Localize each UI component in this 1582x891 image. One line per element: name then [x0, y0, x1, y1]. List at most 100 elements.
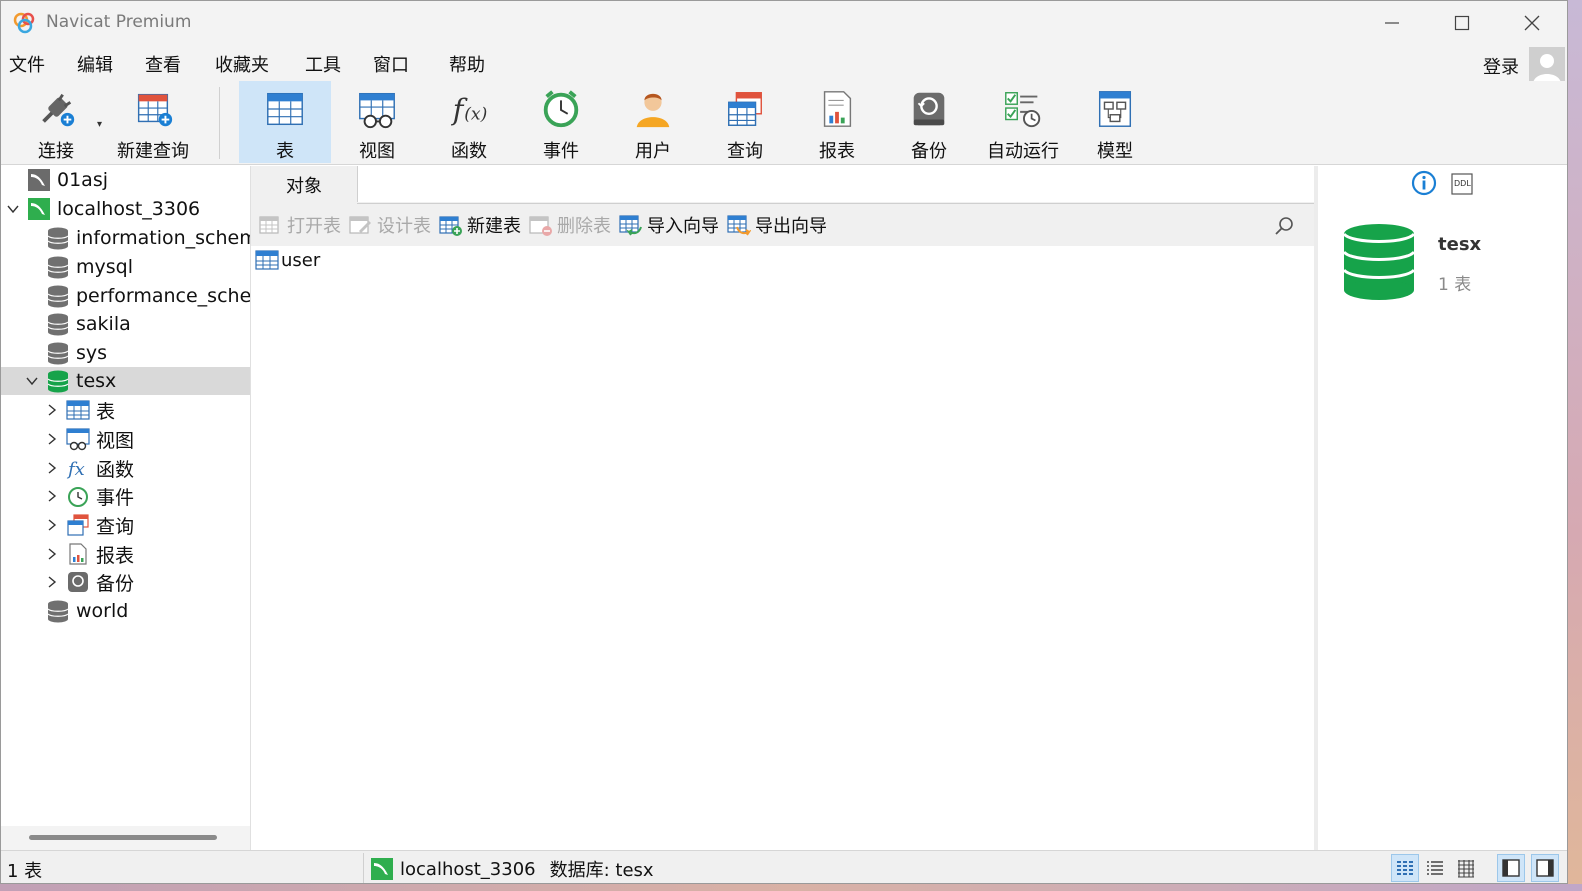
- tree-db-information-schema[interactable]: information_schema: [1, 224, 250, 252]
- tree-category-reports[interactable]: 报表: [1, 540, 250, 568]
- tree-category-queries[interactable]: 查询: [1, 511, 250, 539]
- mysql-connection-icon: [28, 169, 50, 191]
- menu-file[interactable]: 文件: [9, 51, 45, 77]
- right-pane-icon: [1536, 859, 1554, 877]
- main-toolbar: 连接 ▾ 新建查询 表 视图 f (x) 函数 事件 用户 查询 报表 备份 自…: [1, 81, 1567, 165]
- chevron-right-icon[interactable]: [45, 432, 59, 446]
- left-pane-icon: [1502, 859, 1520, 877]
- menu-help[interactable]: 帮助: [449, 51, 485, 77]
- toggle-right-pane-button[interactable]: [1531, 854, 1559, 882]
- tree-db-mysql[interactable]: mysql: [1, 253, 250, 281]
- database-icon: [47, 256, 69, 279]
- chevron-right-icon[interactable]: [45, 461, 59, 475]
- list-view-button[interactable]: [1421, 854, 1449, 882]
- backup-icon: [68, 572, 88, 592]
- export-wizard-button[interactable]: 导出向导: [727, 213, 827, 237]
- toolbar-table-button[interactable]: 表: [239, 81, 331, 163]
- scrollbar-thumb[interactable]: [29, 835, 217, 840]
- chevron-down-icon[interactable]: [25, 374, 39, 388]
- tree-label: world: [76, 600, 129, 622]
- toolbar-view-button[interactable]: 视图: [331, 81, 423, 163]
- chevron-right-icon[interactable]: [45, 403, 59, 417]
- menu-tools[interactable]: 工具: [305, 51, 341, 77]
- table-icon: [66, 400, 90, 420]
- delete-table-button[interactable]: 删除表: [529, 213, 611, 237]
- toolbar-automation-button[interactable]: 自动运行: [983, 81, 1063, 163]
- tree-label: performance_schema: [76, 285, 251, 307]
- database-icon: [47, 342, 69, 365]
- toolbar-function-label: 函数: [451, 141, 487, 162]
- avatar[interactable]: [1529, 47, 1565, 83]
- toolbar-separator: [219, 87, 220, 159]
- delete-table-icon: [529, 216, 552, 236]
- tree-connection-01asj[interactable]: 01asj: [1, 166, 250, 194]
- list-item[interactable]: user: [255, 248, 320, 272]
- menu-view[interactable]: 查看: [145, 51, 181, 77]
- search-icon[interactable]: [1273, 215, 1295, 237]
- mysql-connection-icon: [28, 198, 50, 220]
- toolbar-automation-label: 自动运行: [987, 141, 1059, 162]
- tree-label: 01asj: [57, 169, 108, 191]
- toolbar-report-button[interactable]: 报表: [791, 81, 883, 163]
- minimize-button[interactable]: [1357, 1, 1427, 45]
- menu-edit[interactable]: 编辑: [77, 51, 113, 77]
- design-table-button[interactable]: 设计表: [349, 213, 431, 237]
- database-icon: [47, 600, 69, 623]
- model-icon: [1098, 91, 1132, 127]
- status-bar: 1 表 localhost_3306 数据库: tesx: [1, 850, 1567, 883]
- chevron-down-icon[interactable]: [6, 202, 20, 216]
- new-table-button[interactable]: 新建表: [439, 213, 521, 237]
- chevron-right-icon[interactable]: [45, 575, 59, 589]
- connect-dropdown-icon[interactable]: ▾: [97, 119, 102, 130]
- tree-connection-localhost[interactable]: localhost_3306: [1, 195, 250, 223]
- tree-db-tesx[interactable]: tesx: [1, 367, 250, 395]
- toolbar-query-label: 查询: [727, 141, 763, 162]
- database-large-icon: [1342, 224, 1416, 300]
- menu-window[interactable]: 窗口: [373, 51, 409, 77]
- tree-db-world[interactable]: world: [1, 597, 250, 625]
- menu-bar: 文件 编辑 查看 收藏夹 工具 窗口 帮助 登录: [1, 45, 1567, 83]
- svg-text:fx: fx: [66, 459, 85, 480]
- maximize-button[interactable]: [1427, 1, 1497, 45]
- tree-category-events[interactable]: 事件: [1, 482, 250, 510]
- detail-view-button[interactable]: [1452, 854, 1480, 882]
- event-clock-icon: [543, 90, 579, 128]
- toggle-left-pane-button[interactable]: [1497, 854, 1525, 882]
- tab-objects[interactable]: 对象: [251, 166, 357, 204]
- toolbar-event-button[interactable]: 事件: [515, 81, 607, 163]
- ddl-button[interactable]: DDL: [1451, 173, 1473, 195]
- toolbar-function-button[interactable]: f (x) 函数: [423, 81, 515, 163]
- toolbar-backup-button[interactable]: 备份: [883, 81, 975, 163]
- tree-db-sakila[interactable]: sakila: [1, 310, 250, 338]
- toolbar-model-label: 模型: [1097, 141, 1133, 162]
- new-query-button[interactable]: 新建查询: [111, 81, 195, 163]
- tree-label: tesx: [76, 370, 117, 392]
- tree-category-tables[interactable]: 表: [1, 396, 250, 424]
- toolbar-model-button[interactable]: 模型: [1071, 81, 1159, 163]
- grid-view-button[interactable]: [1391, 854, 1419, 882]
- login-link[interactable]: 登录: [1483, 53, 1519, 79]
- tree-db-performance-schema[interactable]: performance_schema: [1, 282, 251, 310]
- desktop-background: [1568, 0, 1582, 891]
- import-wizard-button[interactable]: 导入向导: [619, 213, 719, 237]
- open-table-button[interactable]: 打开表: [259, 213, 341, 237]
- menu-favorites[interactable]: 收藏夹: [215, 51, 269, 77]
- tree-category-functions[interactable]: fx 函数: [1, 454, 250, 482]
- minimize-icon: [1385, 22, 1399, 24]
- toolbar-query-button[interactable]: 查询: [699, 81, 791, 163]
- chevron-right-icon[interactable]: [45, 518, 59, 532]
- chevron-right-icon[interactable]: [45, 489, 59, 503]
- tree-category-views[interactable]: 视图: [1, 425, 250, 453]
- toolbar-user-button[interactable]: 用户: [607, 81, 699, 163]
- tree-db-sys[interactable]: sys: [1, 339, 250, 367]
- info-icon[interactable]: [1411, 170, 1437, 196]
- database-icon: [47, 285, 69, 308]
- navigation-pane: 01asj localhost_3306 information_schema: [1, 166, 251, 850]
- tree-horizontal-scrollbar[interactable]: [1, 826, 250, 850]
- user-icon: [636, 93, 670, 128]
- tree-category-backups[interactable]: 备份: [1, 568, 250, 596]
- close-icon: [1524, 15, 1540, 31]
- chevron-right-icon[interactable]: [45, 547, 59, 561]
- close-button[interactable]: [1497, 1, 1567, 45]
- connect-button[interactable]: 连接: [21, 81, 91, 163]
